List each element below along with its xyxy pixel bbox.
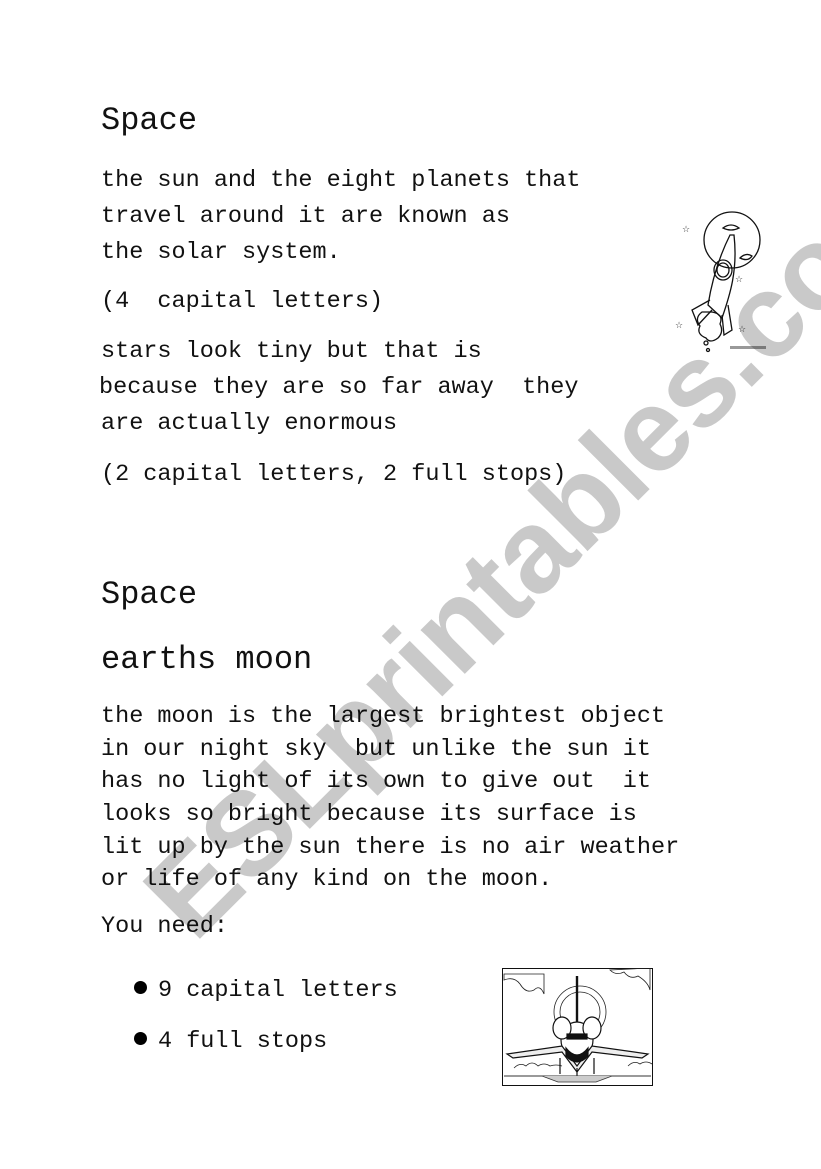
text-line: looks so bright because its surface is	[101, 801, 637, 828]
section2-title: Space	[101, 576, 198, 613]
section1-note1: (4 capital letters)	[101, 288, 384, 315]
text-line: in our night sky but unlike the sun it	[101, 736, 651, 763]
moon-icon	[703, 211, 761, 269]
rocket-moon-illustration: ☆ ☆ ☆ ☆	[675, 211, 766, 353]
text-line: the moon is the largest brightest object	[101, 703, 666, 730]
requirement-text: 9 capital letters	[158, 977, 398, 1004]
svg-text:☆: ☆	[738, 325, 746, 335]
rocket-icon	[691, 234, 736, 353]
text-line: or life of any kind on the moon.	[101, 866, 553, 893]
worksheet-page: Space the sun and the eight planets that…	[0, 0, 821, 1169]
requirement-text: 4 full stops	[158, 1028, 328, 1055]
section1-note2: (2 capital letters, 2 full stops)	[101, 461, 567, 488]
copyright-mark	[730, 346, 766, 349]
svg-text:☆: ☆	[682, 225, 690, 235]
text-line: travel around it are known as	[101, 203, 510, 230]
text-line: because they are so far away they	[99, 374, 579, 401]
text-line: has no light of its own to give out it	[101, 768, 651, 795]
text-line: stars look tiny but that is	[101, 338, 482, 365]
you-need-label: You need:	[101, 913, 228, 940]
text-line: lit up by the sun there is no air weathe…	[101, 834, 680, 861]
text-line: the sun and the eight planets that	[101, 167, 581, 194]
space-shuttle-illustration	[502, 968, 653, 1086]
text-line: are actually enormous	[101, 410, 398, 437]
bullet-icon	[134, 1032, 147, 1045]
text-line: the solar system.	[101, 239, 341, 266]
bullet-icon	[134, 981, 147, 994]
svg-text:☆: ☆	[675, 321, 683, 331]
svg-text:☆: ☆	[735, 275, 743, 285]
section1-title: Space	[101, 102, 198, 139]
section2-subtitle: earths moon	[101, 641, 313, 678]
